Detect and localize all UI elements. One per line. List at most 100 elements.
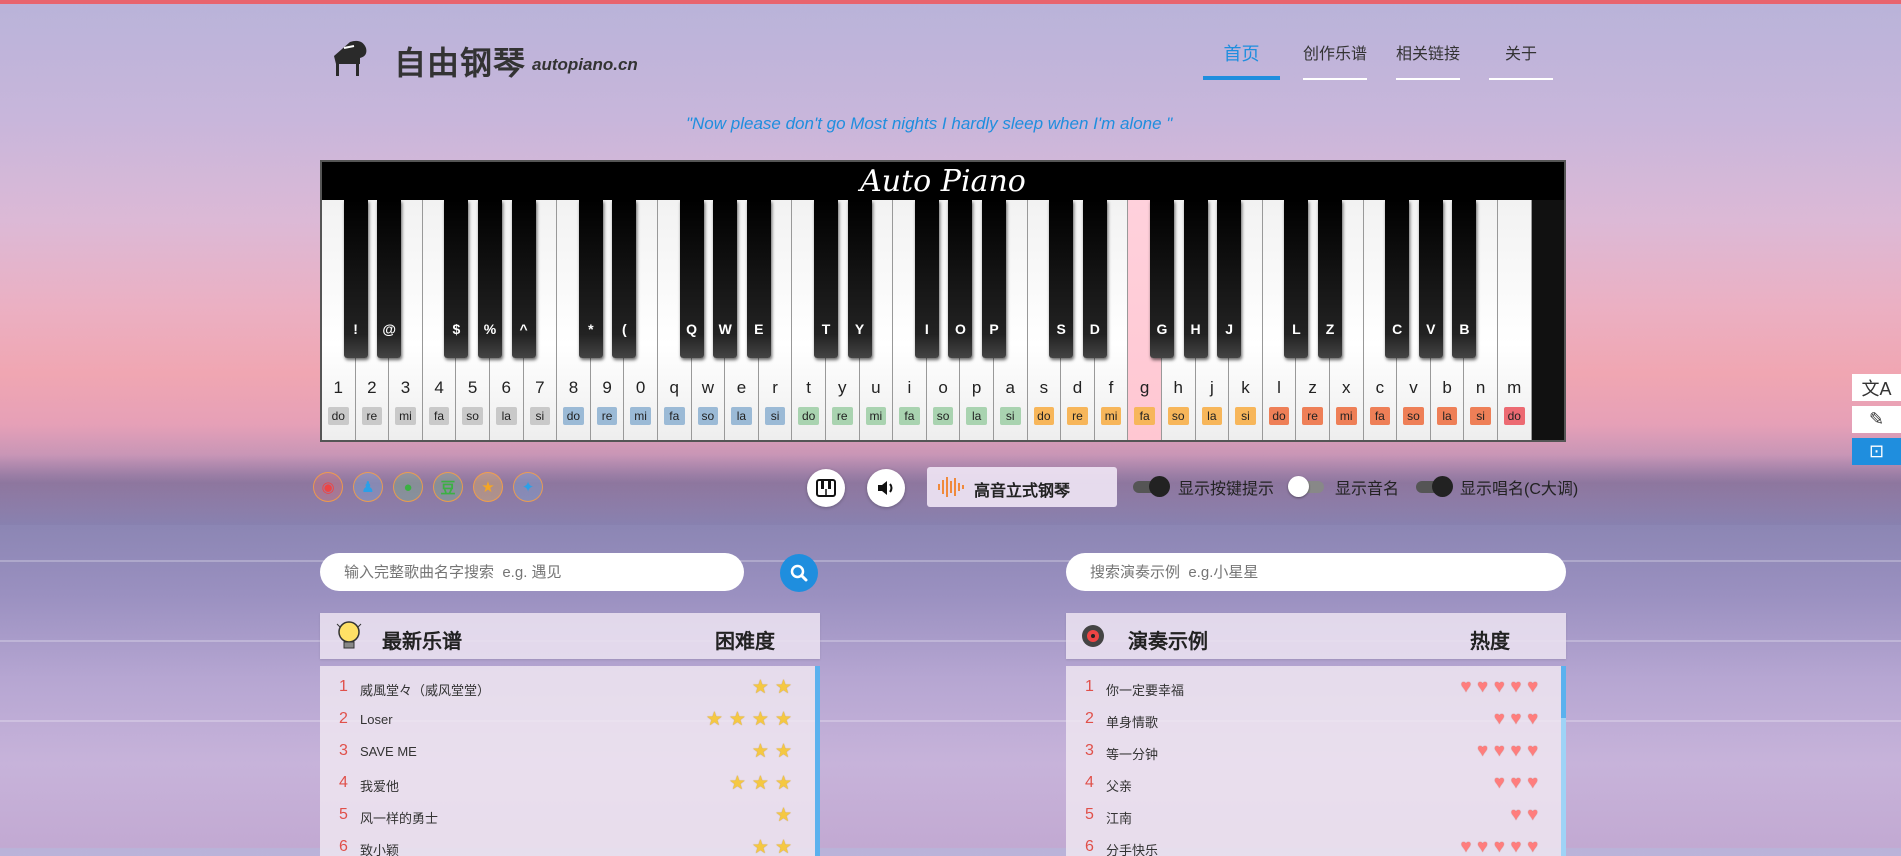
black-key[interactable]: ( — [612, 200, 637, 358]
solfege-label: la — [966, 407, 987, 425]
black-key[interactable]: % — [478, 200, 502, 358]
black-key[interactable]: P — [982, 200, 1006, 358]
black-key[interactable]: E — [746, 200, 771, 358]
heart-icon: ♥ — [1527, 772, 1538, 792]
list-item[interactable]: 2 Loser ★ ★ ★ ★ — [320, 702, 820, 734]
search-button[interactable] — [780, 554, 818, 592]
qq-icon[interactable]: ♟ — [353, 472, 383, 502]
rank-number: 3 — [1085, 742, 1094, 759]
solfege-label: fa — [428, 407, 450, 425]
nav-home[interactable]: 首页 — [1203, 40, 1280, 80]
song-title[interactable]: 江南 — [1106, 808, 1132, 827]
white-key-label: g — [1139, 378, 1150, 397]
song-title[interactable]: 风一样的勇士 — [360, 808, 438, 827]
list-item[interactable]: 5 风一样的勇士 ★ — [320, 798, 820, 830]
list-item[interactable]: 6 致小颖 ★ ★ — [320, 830, 820, 856]
instrument-selector[interactable]: 高音立式钢琴 — [927, 467, 1117, 507]
translate-icon[interactable]: 文A — [1852, 374, 1901, 401]
black-key[interactable]: G — [1150, 200, 1174, 358]
white-key-label: b — [1442, 378, 1452, 397]
song-title[interactable]: 父亲 — [1106, 776, 1132, 795]
black-key-label: ^ — [519, 321, 528, 337]
heart-icon: ♥ — [1460, 836, 1472, 856]
black-key[interactable]: T — [814, 200, 838, 358]
piano-brand-bar: Auto Piano — [322, 162, 1564, 200]
white-key-label: v — [1409, 378, 1418, 397]
black-key-label: G — [1156, 321, 1168, 337]
solfege-label: si — [1000, 407, 1021, 425]
black-key[interactable]: S — [1049, 200, 1074, 358]
song-title[interactable]: 致小颖 — [360, 840, 399, 856]
song-title[interactable]: Loser — [360, 712, 393, 727]
solfege-label: re — [1067, 407, 1088, 425]
black-key[interactable]: L — [1284, 200, 1309, 358]
black-key[interactable]: O — [948, 200, 973, 358]
list-item[interactable]: 3 等一分钟 ♥ ♥ ♥ ♥ — [1066, 734, 1566, 766]
black-key-label: H — [1190, 321, 1201, 337]
black-key[interactable]: C — [1385, 200, 1410, 358]
black-key[interactable]: @ — [377, 200, 402, 358]
rank-number: 3 — [339, 742, 348, 759]
weibo-icon[interactable]: ◉ — [313, 472, 343, 502]
list-item[interactable]: 6 分手快乐 ♥ ♥ ♥ ♥ ♥ — [1066, 830, 1566, 856]
volume-button[interactable] — [867, 469, 905, 507]
nav-create-score[interactable]: 创作乐谱 — [1303, 40, 1367, 80]
list-item[interactable]: 5 江南 ♥ ♥ — [1066, 798, 1566, 830]
douban-icon[interactable]: 豆 — [433, 472, 463, 502]
black-key[interactable]: Q — [679, 200, 704, 358]
black-key[interactable]: H — [1183, 200, 1208, 358]
rating: ♥ ♥ — [1511, 804, 1538, 825]
score-search-input[interactable] — [320, 553, 744, 591]
black-key[interactable]: Z — [1318, 200, 1342, 358]
black-key[interactable]: V — [1418, 200, 1443, 358]
heart-icon: ♥ — [1493, 676, 1505, 696]
piano-keys-icon — [816, 479, 836, 497]
white-key-label: t — [806, 378, 811, 397]
song-title[interactable]: SAVE ME — [360, 744, 417, 759]
toggle-solfege[interactable] — [1416, 476, 1453, 497]
screenshot-icon[interactable]: ⊡ — [1852, 438, 1901, 465]
song-title[interactable]: 你一定要幸福 — [1106, 680, 1184, 699]
list-item[interactable]: 1 你一定要幸福 ♥ ♥ ♥ ♥ ♥ — [1066, 670, 1566, 702]
list-item[interactable]: 2 单身情歌 ♥ ♥ ♥ — [1066, 702, 1566, 734]
white-key-label: 3 — [400, 378, 411, 397]
toggle-key-hints[interactable] — [1133, 476, 1170, 497]
white-key-label: l — [1277, 378, 1281, 397]
solfege-label: so — [462, 407, 483, 425]
black-key[interactable]: W — [713, 200, 738, 358]
list-item[interactable]: 1 威風堂々（威风堂堂） ★ ★ — [320, 670, 820, 702]
twitter-icon[interactable]: ✦ — [513, 472, 543, 502]
toggle-note-names[interactable] — [1288, 476, 1324, 497]
demo-search-input[interactable] — [1066, 553, 1566, 591]
black-key[interactable]: B — [1452, 200, 1477, 358]
solfege-label: re — [361, 407, 383, 425]
black-key[interactable]: D — [1082, 200, 1107, 358]
song-title[interactable]: 分手快乐 — [1106, 840, 1158, 856]
black-key-label: $ — [452, 321, 461, 337]
qzone-icon[interactable]: ★ — [473, 472, 503, 502]
song-title[interactable]: 威風堂々（威风堂堂） — [360, 680, 490, 699]
black-key[interactable]: I — [914, 200, 939, 358]
black-key[interactable]: Y — [847, 200, 872, 358]
song-title[interactable]: 单身情歌 — [1106, 712, 1158, 731]
list-item[interactable]: 3 SAVE ME ★ ★ — [320, 734, 820, 766]
list-item[interactable]: 4 我爱他 ★ ★ ★ — [320, 766, 820, 798]
black-key[interactable]: * — [578, 200, 603, 358]
black-key[interactable]: $ — [444, 200, 469, 358]
list-item[interactable]: 4 父亲 ♥ ♥ ♥ — [1066, 766, 1566, 798]
black-key[interactable]: ^ — [511, 200, 536, 358]
nav-about[interactable]: 关于 — [1489, 40, 1553, 80]
toggle-solfege-label: 显示唱名(C大调) — [1460, 481, 1579, 498]
solfege-label: mi — [630, 407, 651, 425]
song-title[interactable]: 等一分钟 — [1106, 744, 1158, 763]
site-title[interactable]: 自由钢琴 — [394, 38, 526, 84]
wechat-icon[interactable]: ● — [393, 472, 423, 502]
song-title[interactable]: 我爱他 — [360, 776, 399, 795]
black-key[interactable]: J — [1217, 200, 1242, 358]
site-domain: autopiano.cn — [532, 55, 638, 74]
black-key[interactable]: ! — [343, 200, 368, 358]
white-key[interactable]: m do — [1498, 200, 1532, 440]
keyboard-mode-button[interactable] — [807, 469, 845, 507]
magic-wand-icon[interactable]: ✎ — [1852, 406, 1901, 433]
nav-related-links[interactable]: 相关链接 — [1396, 40, 1460, 80]
